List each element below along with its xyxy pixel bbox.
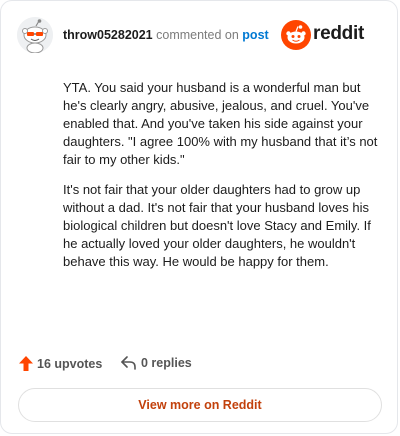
comment-header: throw05282021 commented on post reddit xyxy=(17,15,381,55)
upvote-button[interactable]: 16 upvotes xyxy=(19,356,102,371)
reddit-logo-icon xyxy=(281,20,311,50)
username-link[interactable]: throw05282021 xyxy=(63,28,153,42)
reddit-comment-embed-card: throw05282021 commented on post reddit Y… xyxy=(0,0,398,434)
snoo-avatar-icon[interactable] xyxy=(17,17,53,54)
reply-arrow-icon xyxy=(121,356,136,370)
comment-attribution: throw05282021 commented on post xyxy=(63,27,269,43)
reddit-logo[interactable]: reddit xyxy=(281,20,381,50)
commented-on-text: commented on xyxy=(156,28,239,42)
upvote-count: 16 upvotes xyxy=(37,357,103,371)
upvote-arrow-icon xyxy=(19,356,33,371)
comment-paragraph: It's not fair that your older daughters … xyxy=(63,182,371,269)
view-more-on-reddit-button[interactable]: View more on Reddit xyxy=(18,388,382,422)
comment-body: YTA. You said your husband is a wonderfu… xyxy=(63,79,385,283)
post-link[interactable]: post xyxy=(242,28,268,42)
comment-paragraph: YTA. You said your husband is a wonderfu… xyxy=(63,80,378,167)
reddit-wordmark: reddit xyxy=(313,23,364,44)
replies-button[interactable]: 0 replies xyxy=(121,356,192,370)
reply-count: 0 replies xyxy=(141,356,192,370)
